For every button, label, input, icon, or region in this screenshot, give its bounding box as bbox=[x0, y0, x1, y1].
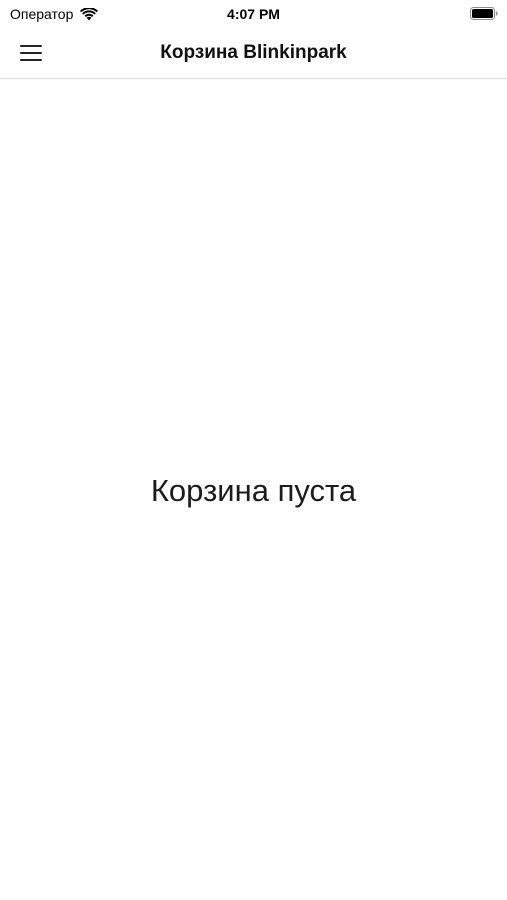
empty-cart-message: Корзина пуста bbox=[150, 473, 357, 508]
navigation-bar: Корзина Blinkinpark bbox=[0, 28, 507, 79]
status-bar: Оператор 4:07 PM bbox=[0, 0, 507, 28]
page-title: Корзина Blinkinpark bbox=[160, 42, 347, 63]
status-time: 4:07 PM bbox=[227, 6, 280, 22]
battery-icon bbox=[470, 7, 498, 20]
